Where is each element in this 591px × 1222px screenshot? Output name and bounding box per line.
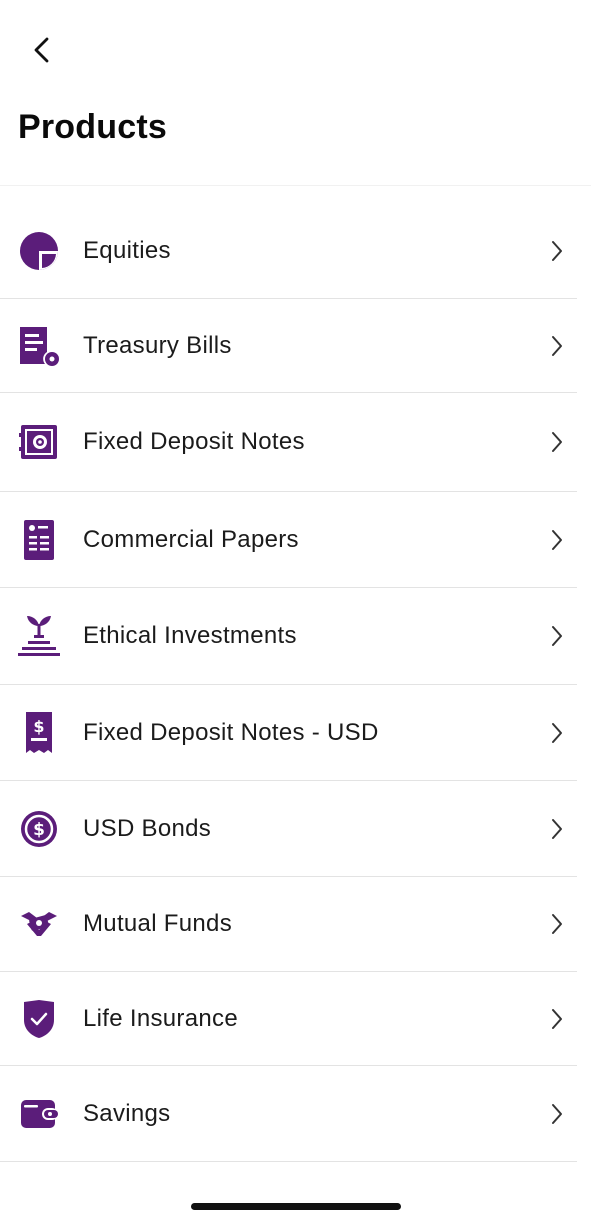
back-button[interactable] <box>24 32 60 68</box>
list-item-label: Treasury Bills <box>83 331 232 359</box>
chevron-right-icon <box>547 816 567 842</box>
list-item-label: Life Insurance <box>83 1004 238 1032</box>
list-item-fixed-deposit-notes-usd[interactable]: $ Fixed Deposit Notes - USD <box>0 685 577 781</box>
list-item-label: Commercial Papers <box>83 525 299 553</box>
list-item-ethical-investments[interactable]: Ethical Investments <box>0 588 577 685</box>
dollar-receipt-icon: $ <box>16 710 62 756</box>
svg-text:$: $ <box>33 820 45 840</box>
document-gear-icon <box>16 323 62 369</box>
home-indicator <box>191 1203 401 1210</box>
plant-coins-icon <box>16 613 62 659</box>
list-item-label: Mutual Funds <box>83 910 233 937</box>
list-item-mutual-funds[interactable]: Mutual Funds <box>0 877 577 972</box>
chevron-right-icon <box>547 720 567 746</box>
dollar-coin-icon: $ <box>16 806 62 852</box>
list-item-equities[interactable]: Equities <box>0 203 577 299</box>
list-item-label: USD Bonds <box>83 814 212 842</box>
list-item-savings[interactable]: Savings <box>0 1066 577 1162</box>
list-item-label: Equities <box>83 236 171 264</box>
wallet-icon <box>16 1091 62 1137</box>
chevron-right-icon <box>547 527 567 553</box>
list-item-label: Fixed Deposit Notes <box>83 428 305 455</box>
list-item-fixed-deposit-notes[interactable]: Fixed Deposit Notes <box>0 393 577 492</box>
list-item-label: Ethical Investments <box>83 622 297 649</box>
chevron-right-icon <box>547 429 567 455</box>
pie-chart-icon <box>16 228 62 274</box>
chevron-right-icon <box>547 1006 567 1032</box>
handshake-money-icon <box>16 901 62 947</box>
chevron-right-icon <box>547 911 567 937</box>
id-document-icon <box>16 517 62 563</box>
chevron-right-icon <box>547 623 567 649</box>
header: Products <box>0 0 591 186</box>
products-list: Equities Treasury Bills Fixed Deposit No… <box>0 203 577 1162</box>
chevron-right-icon <box>547 238 567 264</box>
list-item-treasury-bills[interactable]: Treasury Bills <box>0 299 577 393</box>
chevron-right-icon <box>547 1101 567 1127</box>
safe-icon <box>16 419 62 465</box>
list-item-life-insurance[interactable]: Life Insurance <box>0 972 577 1066</box>
chevron-left-icon <box>34 37 49 63</box>
list-item-commercial-papers[interactable]: Commercial Papers <box>0 492 577 588</box>
page-title: Products <box>18 108 167 146</box>
svg-text:$: $ <box>33 717 44 736</box>
chevron-right-icon <box>547 333 567 359</box>
list-item-usd-bonds[interactable]: $ USD Bonds <box>0 781 577 877</box>
shield-check-icon <box>16 996 62 1042</box>
list-item-label: Savings <box>83 1099 171 1127</box>
list-item-label: Fixed Deposit Notes - USD <box>83 718 379 746</box>
